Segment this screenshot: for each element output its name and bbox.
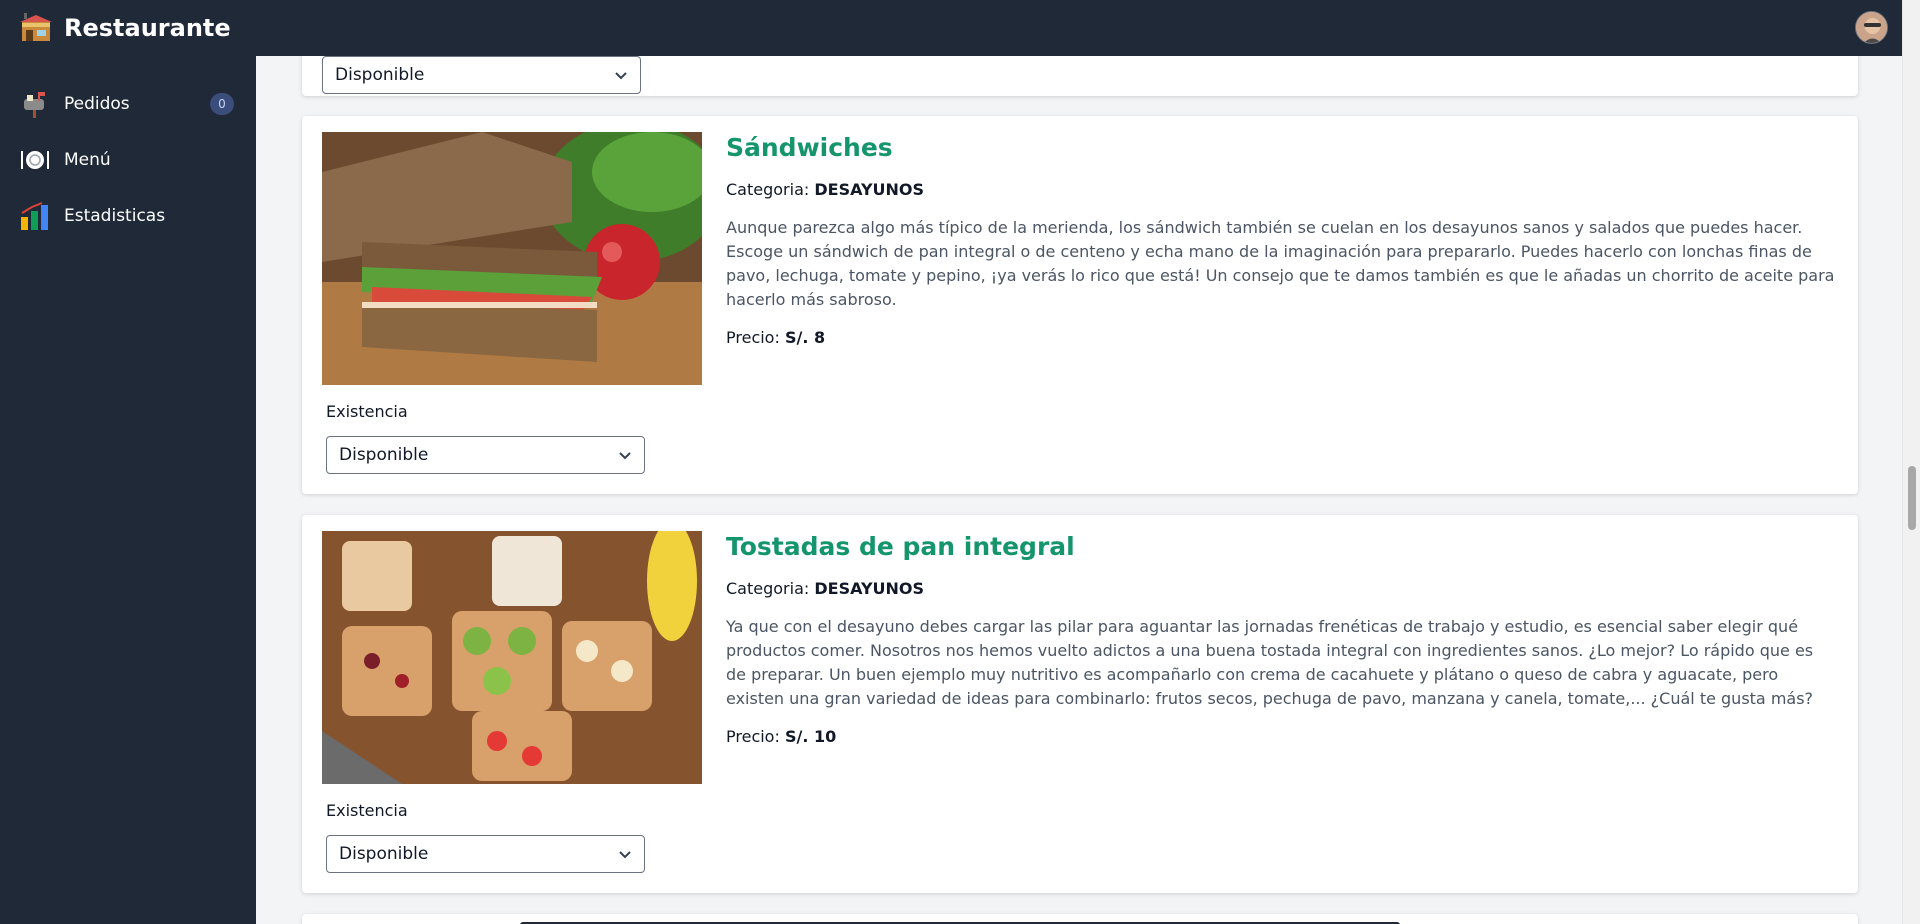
restaurant-icon bbox=[20, 13, 52, 41]
product-card: Sándwiches Categoria: DESAYUNOS Aunque p… bbox=[302, 116, 1858, 494]
price-label: Precio: bbox=[726, 328, 780, 347]
product-category: Categoria: DESAYUNOS bbox=[726, 579, 1836, 598]
sidebar-item-label: Menú bbox=[64, 150, 111, 170]
select-value: Disponible bbox=[339, 445, 429, 465]
product-card: Tostadas de pan integral Categoria: DESA… bbox=[302, 515, 1858, 893]
product-details: Sándwiches Categoria: DESAYUNOS Aunque p… bbox=[726, 132, 1836, 347]
product-image-toast bbox=[322, 531, 702, 784]
select-value: Disponible bbox=[335, 65, 425, 85]
existence-label: Existencia bbox=[326, 801, 408, 820]
product-price: Precio: S/. 8 bbox=[726, 328, 1836, 347]
main-content: Disponible Sándwiches Categoria: DESAYUN… bbox=[256, 56, 1902, 924]
sidebar-item-menu[interactable]: Menú bbox=[0, 132, 256, 188]
existence-label: Existencia bbox=[326, 402, 408, 421]
top-bar: Restaurante bbox=[0, 0, 1902, 56]
product-details: Tostadas de pan integral Categoria: DESA… bbox=[726, 531, 1836, 746]
existence-select[interactable]: Disponible bbox=[322, 56, 641, 94]
category-label: Categoria: bbox=[726, 579, 810, 598]
page-scrollbar[interactable] bbox=[1902, 0, 1920, 924]
chevron-down-icon bbox=[615, 72, 627, 80]
existence-select[interactable]: Disponible bbox=[326, 835, 645, 873]
sidebar-item-pedidos[interactable]: Pedidos 0 bbox=[0, 76, 256, 132]
price-value: S/. 10 bbox=[784, 727, 837, 746]
category-value: DESAYUNOS bbox=[814, 579, 925, 598]
product-description: Aunque parezca algo más típico de la mer… bbox=[726, 218, 1835, 309]
sidebar-item-label: Estadisticas bbox=[64, 206, 166, 226]
price-value: S/. 8 bbox=[784, 328, 826, 347]
user-avatar[interactable] bbox=[1855, 11, 1888, 44]
app-title: Restaurante bbox=[64, 14, 231, 42]
product-card-previous: Disponible bbox=[302, 56, 1858, 96]
bar-chart-icon bbox=[21, 202, 48, 230]
scrollbar-thumb[interactable] bbox=[1908, 466, 1916, 530]
product-description: Ya que con el desayuno debes cargar las … bbox=[726, 617, 1814, 708]
dining-icon bbox=[21, 151, 49, 169]
product-category: Categoria: DESAYUNOS bbox=[726, 180, 1836, 199]
product-price: Precio: S/. 10 bbox=[726, 727, 1836, 746]
chevron-down-icon bbox=[619, 452, 631, 460]
select-value: Disponible bbox=[339, 844, 429, 864]
avatar-image bbox=[1856, 12, 1887, 43]
sidebar-item-label: Pedidos bbox=[64, 94, 130, 114]
category-label: Categoria: bbox=[726, 180, 810, 199]
chevron-down-icon bbox=[619, 851, 631, 859]
existence-select[interactable]: Disponible bbox=[326, 436, 645, 474]
sidebar-item-estadisticas[interactable]: Estadisticas bbox=[0, 188, 256, 244]
brand[interactable]: Restaurante bbox=[20, 13, 231, 43]
category-value: DESAYUNOS bbox=[814, 180, 925, 199]
orders-count-badge: 0 bbox=[210, 93, 234, 115]
product-image-sandwich bbox=[322, 132, 702, 385]
product-title: Tostadas de pan integral bbox=[726, 532, 1075, 561]
product-title: Sándwiches bbox=[726, 133, 893, 162]
mailbox-icon bbox=[24, 92, 45, 118]
sidebar: Pedidos 0 Menú Estadisticas bbox=[0, 56, 256, 924]
price-label: Precio: bbox=[726, 727, 780, 746]
